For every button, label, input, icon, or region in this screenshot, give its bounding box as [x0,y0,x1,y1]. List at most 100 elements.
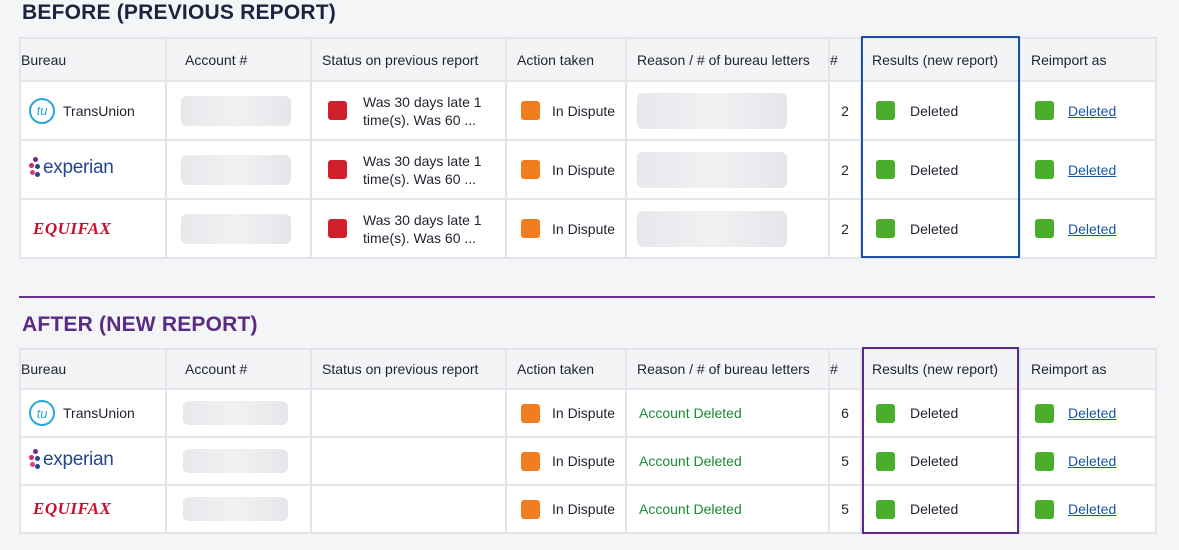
reimport-green-icon [1035,499,1054,519]
after-report-table: Bureau Account # Status on previous repo… [19,348,1157,534]
header-results: Results (new report) [860,37,1021,82]
status-cell [310,388,507,438]
reimport-green-icon [1035,160,1054,179]
action-orange-icon [521,219,540,238]
header-count: # [828,348,862,390]
status-line-2: time(s). Was 60 ... [363,111,477,128]
count-cell: 6 [828,388,862,438]
result-green-icon [876,219,895,238]
reimport-cell: Deleted [1019,139,1157,200]
reimport-green-icon [1035,403,1054,423]
action-text: In Dispute [552,161,616,178]
result-cell: Deleted [860,388,1021,438]
redacted-account [183,449,288,473]
result-green-icon [876,403,895,423]
redacted-account [181,95,291,126]
reimport-cell: Deleted [1019,436,1157,486]
account-cell [165,80,312,141]
action-cell: In Dispute [505,436,627,486]
header-status: Status on previous report [310,348,507,390]
table-row: EQUIFAX In Dispute Account Deleted 5 Del… [19,484,1157,534]
result-green-icon [876,451,895,471]
action-cell: In Dispute [505,388,627,438]
result-cell: Deleted [860,484,1021,534]
bureau-cell: EQUIFAX [19,198,167,259]
redacted-account [181,213,291,244]
experian-dots-icon [29,448,41,471]
table-row: tu TransUnion In Dispute Account Deleted… [19,388,1157,438]
header-account: Account # [165,348,312,390]
count-cell: 5 [828,436,862,486]
action-text: In Dispute [552,220,616,237]
transunion-mark-icon: tu [29,400,55,426]
result-text: Deleted [910,161,959,178]
header-reason: Reason / # of bureau letters [625,348,830,390]
status-cell: Was 30 days late 1 time(s). Was 60 ... [310,198,507,259]
bureau-cell: experian [19,139,167,200]
result-text: Deleted [910,501,959,517]
reimport-link[interactable]: Deleted [1068,221,1116,237]
result-text: Deleted [910,220,959,237]
action-orange-icon [521,403,540,423]
after-section-title: AFTER (NEW REPORT) [22,313,258,336]
reimport-link[interactable]: Deleted [1068,405,1116,421]
action-orange-icon [521,101,540,120]
header-bureau: Bureau [19,37,167,82]
status-line-1: Was 30 days late 1 [363,152,482,169]
reimport-cell: Deleted [1019,80,1157,141]
redacted-reason [637,210,787,247]
reimport-link[interactable]: Deleted [1068,453,1116,469]
bureau-name: experian [43,157,114,178]
redacted-reason [637,151,787,188]
count-cell: 2 [828,198,862,259]
account-cell [165,139,312,200]
experian-logo: experian [29,448,114,471]
status-red-icon [328,160,347,179]
action-cell: In Dispute [505,80,627,141]
status-red-icon [328,101,347,120]
transunion-logo: tu TransUnion [29,97,135,124]
bureau-cell: experian [19,436,167,486]
redacted-account [181,154,291,185]
status-red-icon [328,219,347,238]
result-text: Deleted [910,405,959,421]
status-line-2: time(s). Was 60 ... [363,170,477,187]
result-cell: Deleted [860,80,1021,141]
reimport-green-icon [1035,451,1054,471]
header-results: Results (new report) [860,348,1021,390]
bureau-name: TransUnion [63,405,135,421]
section-divider [19,296,1155,298]
header-bureau: Bureau [19,348,167,390]
action-orange-icon [521,160,540,179]
status-line-2: time(s). Was 60 ... [363,229,477,246]
table-row: tu TransUnion Was 30 days late 1 time(s)… [19,80,1157,141]
bureau-name: TransUnion [63,102,135,119]
action-text: In Dispute [552,102,616,119]
header-action: Action taken [505,37,627,82]
reimport-link[interactable]: Deleted [1068,103,1116,119]
result-cell: Deleted [860,436,1021,486]
before-section-title: BEFORE (PREVIOUS REPORT) [22,1,336,24]
redacted-account [183,497,288,521]
status-line-1: Was 30 days late 1 [363,93,482,110]
action-orange-icon [521,499,540,519]
reimport-link[interactable]: Deleted [1068,501,1116,517]
result-cell: Deleted [860,139,1021,200]
reason-text: Account Deleted [639,501,742,517]
reason-cell: Account Deleted [625,436,830,486]
status-cell: Was 30 days late 1 time(s). Was 60 ... [310,80,507,141]
table-row: experian Was 30 days late 1 time(s). Was… [19,139,1157,200]
action-text: In Dispute [552,453,616,469]
header-count: # [828,37,862,82]
reimport-link[interactable]: Deleted [1068,162,1116,178]
status-line-1: Was 30 days late 1 [363,211,482,228]
bureau-cell: tu TransUnion [19,80,167,141]
bureau-name: EQUIFAX [33,218,112,238]
table-header-row: Bureau Account # Status on previous repo… [19,37,1157,82]
action-text: In Dispute [552,501,616,517]
reason-cell [625,139,830,200]
bureau-name: EQUIFAX [33,499,112,518]
count-cell: 2 [828,80,862,141]
status-text: Was 30 days late 1 time(s). Was 60 ... [363,211,482,247]
transunion-logo: tu TransUnion [29,400,135,426]
